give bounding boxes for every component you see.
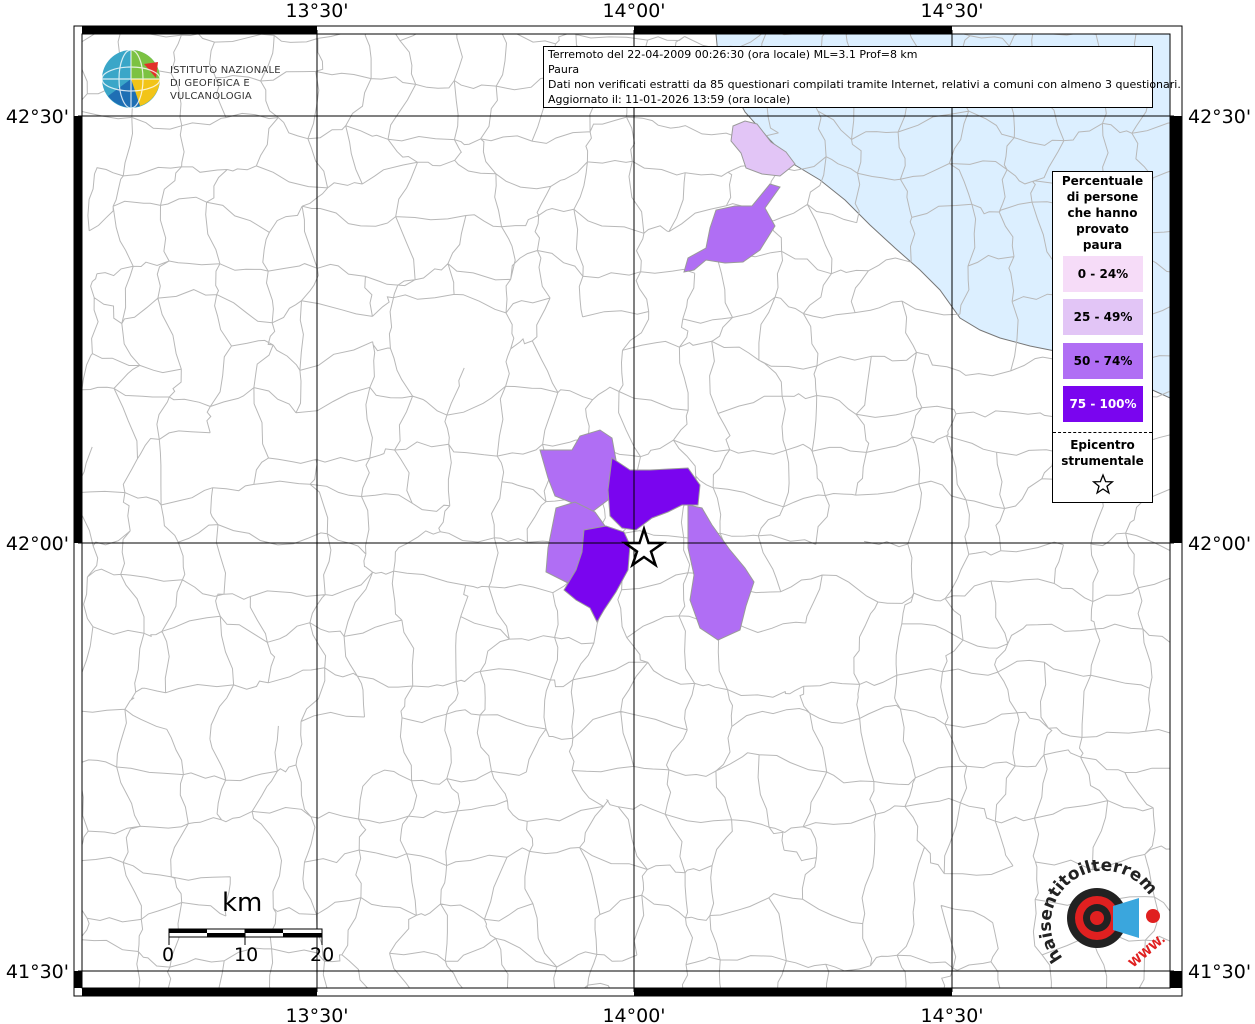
legend-epicentre: Epicentro strumentale [1053, 437, 1152, 499]
lon-label-top-3: 14°30' [920, 0, 983, 22]
lat-label-left-2: 42°00' [6, 533, 69, 555]
ingv-logo: ISTITUTO NAZIONALE DI GEOFISICA E VULCAN… [100, 48, 330, 110]
legend-title-line: che hanno [1067, 206, 1138, 220]
ingv-name-line2: DI GEOFISICA E VULCANOLOGIA [170, 78, 252, 102]
data-note: Dati non verificati estratti da 85 quest… [548, 78, 1181, 91]
haisentito-www-text: WWW. [1126, 932, 1168, 971]
haisentito-logo: haisentitoilterremoto.it WWW. [1035, 860, 1168, 971]
legend-epicentre-line: strumentale [1061, 454, 1144, 468]
legend-class-75-100: 75 - 100% [1063, 386, 1143, 422]
lon-label-top-1: 13°30' [285, 0, 348, 22]
updated-timestamp: Aggiornato il: 11-01-2026 13:59 (ora loc… [548, 93, 791, 106]
lon-label-bottom-3: 14°30' [920, 1005, 983, 1024]
legend-title-line: Percentuale [1061, 174, 1144, 188]
lat-label-right-1: 42°30' [1188, 106, 1251, 128]
lon-label-top-2: 14°00' [602, 0, 665, 22]
ingv-name-line1: ISTITUTO NAZIONALE [170, 65, 281, 76]
legend-title-line: paura [1082, 238, 1123, 252]
lon-label-bottom-1: 13°30' [285, 1005, 348, 1024]
legend: Percentuale di persone che hanno provato… [1052, 171, 1153, 503]
legend-epicentre-line: Epicentro [1070, 438, 1135, 452]
legend-title: Percentuale di persone che hanno provato… [1053, 173, 1152, 253]
legend-title-line: provato [1076, 222, 1129, 236]
scale-tick-10: 10 [234, 944, 259, 966]
legend-title-line: di persone [1066, 190, 1139, 204]
lat-label-left-1: 42°30' [6, 106, 69, 128]
lat-label-right-2: 42°00' [1188, 533, 1251, 555]
globe-logo-icon [101, 49, 161, 109]
map-parameter: Paura [548, 63, 580, 76]
event-title: Terremoto del 22-04-2009 00:26:30 (ora l… [548, 48, 918, 61]
event-info-box: Terremoto del 22-04-2009 00:26:30 (ora l… [543, 46, 1181, 108]
legend-star-icon [1091, 473, 1114, 495]
lat-label-left-3: 41°30' [6, 961, 69, 983]
scale-tick-20: 20 [310, 944, 335, 966]
scale-tick-0: 0 [162, 944, 175, 966]
legend-class-50-74: 50 - 74% [1063, 343, 1143, 379]
legend-class-0-24: 0 - 24% [1063, 256, 1143, 292]
legend-divider [1053, 432, 1152, 433]
lon-label-bottom-2: 14°00' [602, 1005, 665, 1024]
legend-class-25-49: 25 - 49% [1063, 299, 1143, 335]
scale-unit: km [222, 888, 263, 918]
lat-label-right-3: 41°30' [1188, 961, 1251, 983]
